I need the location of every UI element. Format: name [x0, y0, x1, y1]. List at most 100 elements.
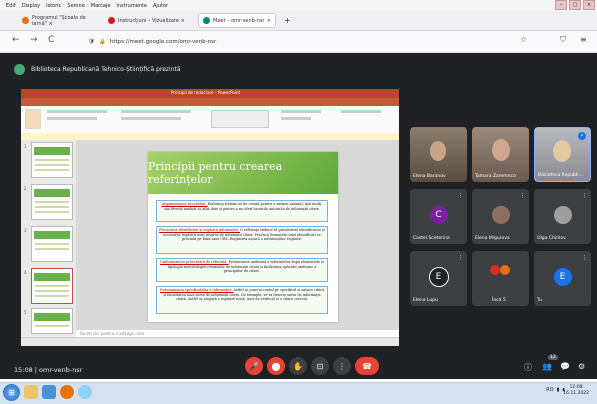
back-icon[interactable]: ← [12, 35, 20, 45]
participant-tile[interactable]: • Biblioteca Republi... [534, 127, 591, 182]
tab-favicon-icon [203, 17, 210, 24]
meeting-code: 15:08 | omr-venb-nsr [14, 366, 83, 374]
raise-hand-icon[interactable]: ✋ [289, 357, 307, 375]
slide-bullet: Uniformizarea prezentării de referință. … [156, 258, 328, 282]
pocket-icon[interactable]: ⛉ [560, 35, 566, 45]
system-tray: RO ▮ ◖ [546, 387, 565, 393]
info-icon[interactable]: ⓘ [524, 362, 532, 373]
participant-tile[interactable]: ⋮ Olga Chirilov [534, 189, 591, 244]
participant-tile[interactable]: Tamara Zaremnco [472, 127, 529, 182]
maximize-icon[interactable]: □ [569, 0, 581, 10]
activities-icon[interactable]: ⚙ [578, 362, 585, 371]
tab-label: Instrucțiuni – Vizualizare × [118, 17, 185, 24]
chat-icon[interactable]: 💬 [560, 362, 570, 371]
hangup-icon[interactable]: ☎ [355, 357, 379, 375]
slide-thumbnail[interactable] [31, 184, 73, 220]
participant-avatar: C [429, 206, 448, 225]
people-icon[interactable]: 👥 [542, 362, 552, 371]
mic-icon[interactable]: 🎤 [245, 357, 263, 375]
slide-bullet: Precizarea identificării și regăsirii in… [156, 226, 328, 254]
tab-program[interactable]: Programul "Școala de iarnă" × [18, 13, 98, 28]
participant-avatar: E [428, 267, 449, 288]
powerpoint-title-bar: Principii de redactare – PowerPoint [21, 89, 399, 98]
slide-notes[interactable]: Faceți clic pentru a adăuga note [76, 330, 399, 337]
firefox-icon[interactable] [60, 385, 74, 399]
close-icon[interactable]: × [583, 0, 595, 10]
slide-thumbnail-selected[interactable] [31, 268, 73, 304]
more-options-icon[interactable]: ⋮ [333, 357, 351, 375]
slide-number: 5 [24, 310, 27, 315]
language-indicator[interactable]: RO [546, 387, 553, 393]
forward-icon[interactable]: → [30, 35, 38, 45]
tab-label: Programul "Școala de iarnă" × [32, 14, 86, 27]
menu-help[interactable]: Ajutor [153, 3, 168, 9]
participant-avatar [490, 265, 500, 275]
mic-muted-icon: ⋮ [458, 193, 463, 199]
clock-date: 16.11.2022 [563, 391, 589, 396]
navigation-bar: ← → C 🛡 🔒 https://meet.google.com/omr-ve… [0, 31, 597, 53]
participant-video [553, 140, 571, 162]
bullet-keyword: Uniformizarea prezentării de referință. [160, 260, 229, 264]
menu-display[interactable]: Display [22, 3, 40, 9]
slide-number: 3 [24, 228, 27, 233]
tab-favicon-icon [108, 17, 115, 24]
tab-label: Meet – omr-venb-nsr [213, 17, 265, 24]
menu-tools[interactable]: Instrumente [116, 3, 147, 9]
powerpoint-ribbon-tabs [21, 98, 399, 106]
slide-thumbnail[interactable] [31, 226, 73, 262]
mic-muted-icon: ⋮ [582, 193, 587, 199]
participant-tile[interactable]: ⋮ E Elena Lupu [410, 251, 467, 306]
slide-number: 2 [24, 186, 27, 191]
network-icon[interactable]: ▮ [557, 387, 560, 393]
file-explorer-icon[interactable] [24, 385, 38, 399]
participant-name: Costel Sceterina [413, 236, 450, 241]
tab-close-icon[interactable]: × [267, 18, 271, 24]
menu-bookmarks[interactable]: Marcaje [91, 3, 111, 9]
slide-title: Principii pentru crearea referințelor [148, 160, 283, 186]
app-icon[interactable] [78, 385, 92, 399]
slide-thumbnail[interactable] [31, 142, 73, 178]
speaking-indicator-icon: • [578, 132, 586, 140]
presenter-banner: Biblioteca Republicană Tehnico-Științifi… [14, 64, 181, 75]
menu-edit[interactable]: Edit [6, 3, 16, 9]
slide-number: 1 [24, 144, 27, 149]
menu-bar: Edit Display Istoric Semne Marcaje Instr… [0, 0, 597, 11]
minimize-icon[interactable]: – [555, 0, 567, 10]
participant-name: Tu [537, 298, 542, 303]
participant-tile[interactable]: ⋮ C Costel Sceterina [410, 189, 467, 244]
library-logo-icon [14, 64, 25, 75]
participant-avatar [553, 206, 572, 225]
participant-avatar [491, 206, 510, 225]
url-text: https://meet.google.com/omr-venb-nsr [109, 38, 217, 45]
present-icon[interactable]: ⊡ [311, 357, 329, 375]
banner-title: Biblioteca Republicană Tehnico-Științifi… [31, 66, 181, 73]
tab-favicon-icon [22, 17, 29, 24]
menu-signs[interactable]: Semne [67, 3, 84, 9]
powerpoint-title: Principii de redactare – PowerPoint [171, 90, 241, 95]
new-tab-button[interactable]: + [280, 13, 294, 28]
hamburger-menu-icon[interactable]: ≡ [580, 35, 587, 44]
participant-tile[interactable]: Elena Baranov [410, 127, 467, 182]
bookmark-star-icon[interactable]: ☆ [520, 35, 527, 44]
mic-muted-icon: ⋮ [520, 193, 525, 199]
start-button-icon[interactable]: ⊞ [3, 384, 20, 401]
url-bar[interactable]: 🛡 🔒 https://meet.google.com/omr-venb-nsr [88, 35, 518, 48]
participant-name: Elena Lupu [413, 298, 438, 303]
participant-avatar: E [553, 268, 572, 287]
participant-name: Tamara Zaremnco [475, 174, 516, 179]
menu-history[interactable]: Istoric [46, 3, 61, 9]
participant-tile[interactable]: ⋮ Elena Migurova [472, 189, 529, 244]
participant-tile-more[interactable]: Încă 5 [472, 251, 529, 306]
camera-icon[interactable]: ⬤ [267, 357, 285, 375]
media-player-icon[interactable] [42, 385, 56, 399]
participant-name: Elena Baranov [413, 174, 446, 179]
taskbar-clock[interactable]: 12:08 16.11.2022 [563, 385, 589, 397]
tab-meet[interactable]: Meet – omr-venb-nsr × [198, 13, 276, 28]
participant-tile-self[interactable]: ⋮ E Tu [534, 251, 591, 306]
paste-icon [25, 109, 41, 129]
reload-icon[interactable]: C [48, 35, 54, 45]
tab-instructions[interactable]: Instrucțiuni – Vizualizare × [104, 13, 194, 28]
shield-icon: 🛡 [88, 38, 95, 45]
participant-video [430, 141, 446, 161]
slide-thumbnail[interactable] [31, 308, 73, 334]
